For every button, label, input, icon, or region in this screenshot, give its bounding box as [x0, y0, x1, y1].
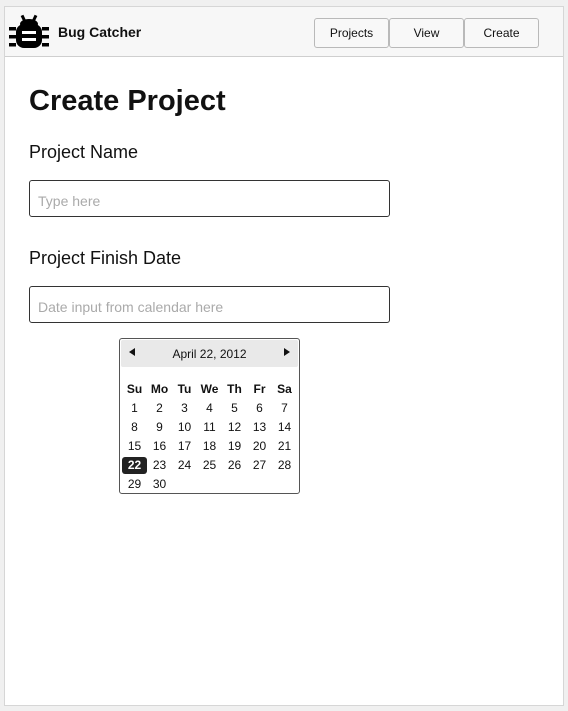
main-nav: Projects View Create: [314, 18, 539, 48]
project-name-input[interactable]: [29, 180, 390, 217]
calendar-day[interactable]: 4: [197, 400, 222, 417]
calendar-grid: Su Mo Tu We Th Fr Sa 1 2 3 4 5 6 7 8 9 1…: [122, 380, 297, 494]
calendar-day[interactable]: 20: [247, 438, 272, 455]
calendar-day[interactable]: 6: [247, 400, 272, 417]
calendar-day[interactable]: 19: [222, 438, 247, 455]
calendar-day[interactable]: 21: [272, 438, 297, 455]
calendar-day[interactable]: 3: [172, 400, 197, 417]
weekday-label: Tu: [177, 382, 192, 396]
app-window: Bug Catcher Projects View Create Create …: [4, 6, 564, 706]
calendar-day: [272, 476, 297, 493]
calendar-day: [222, 476, 247, 493]
calendar-day[interactable]: 18: [197, 438, 222, 455]
project-name-label: Project Name: [29, 142, 139, 162]
calendar-title: April 22, 2012: [172, 347, 247, 361]
week-row: 8 9 10 11 12 13 14: [122, 418, 297, 437]
weekday-label: Sa: [277, 382, 292, 396]
calendar-day[interactable]: 12: [222, 419, 247, 436]
calendar-day[interactable]: 24: [172, 457, 197, 474]
calendar-day[interactable]: 25: [197, 457, 222, 474]
week-row: 15 16 17 18 19 20 21: [122, 437, 297, 456]
finish-date-input[interactable]: [29, 286, 390, 323]
calendar-day: [172, 476, 197, 493]
calendar-day[interactable]: 15: [122, 438, 147, 455]
weekday-label: Th: [227, 382, 242, 396]
calendar-day[interactable]: 5: [222, 400, 247, 417]
calendar-day[interactable]: 16: [147, 438, 172, 455]
calendar-day: [247, 476, 272, 493]
calendar-day[interactable]: 14: [272, 419, 297, 436]
calendar-day[interactable]: 13: [247, 419, 272, 436]
calendar-day-selected[interactable]: 22: [122, 457, 147, 474]
calendar-day[interactable]: 23: [147, 457, 172, 474]
triangle-right-icon[interactable]: [284, 348, 290, 356]
calendar-day[interactable]: 1: [122, 400, 147, 417]
calendar-day[interactable]: 9: [147, 419, 172, 436]
create-button[interactable]: Create: [464, 18, 539, 48]
week-row: 22 23 24 25 26 27 28: [122, 456, 297, 475]
weekday-label: Fr: [253, 382, 266, 396]
calendar-day[interactable]: 30: [147, 476, 172, 493]
week-row: 29 30: [122, 475, 297, 494]
page-title: Create Project: [29, 85, 226, 117]
top-header: Bug Catcher Projects View Create: [5, 7, 563, 57]
calendar-day[interactable]: 11: [197, 419, 222, 436]
weekday-label: We: [200, 382, 219, 396]
calendar-day[interactable]: 26: [222, 457, 247, 474]
brand-name[interactable]: Bug Catcher: [58, 24, 141, 40]
projects-button[interactable]: Projects: [314, 18, 389, 48]
calendar-day[interactable]: 28: [272, 457, 297, 474]
calendar-day: [197, 476, 222, 493]
date-picker: April 22, 2012 Su Mo Tu We Th Fr Sa 1 2 …: [119, 338, 300, 494]
calendar-day[interactable]: 10: [172, 419, 197, 436]
weekday-label: Su: [126, 382, 143, 396]
calendar-day[interactable]: 27: [247, 457, 272, 474]
weekday-row: Su Mo Tu We Th Fr Sa: [122, 380, 297, 399]
week-row: 1 2 3 4 5 6 7: [122, 399, 297, 418]
bug-icon[interactable]: [9, 12, 49, 52]
calendar-day[interactable]: 8: [122, 419, 147, 436]
view-button[interactable]: View: [389, 18, 464, 48]
calendar-day[interactable]: 29: [122, 476, 147, 493]
weekday-label: Mo: [150, 382, 169, 396]
calendar-day[interactable]: 7: [272, 400, 297, 417]
calendar-day[interactable]: 17: [172, 438, 197, 455]
calendar-header: April 22, 2012: [121, 340, 298, 367]
finish-date-label: Project Finish Date: [29, 248, 182, 268]
calendar-day[interactable]: 2: [147, 400, 172, 417]
